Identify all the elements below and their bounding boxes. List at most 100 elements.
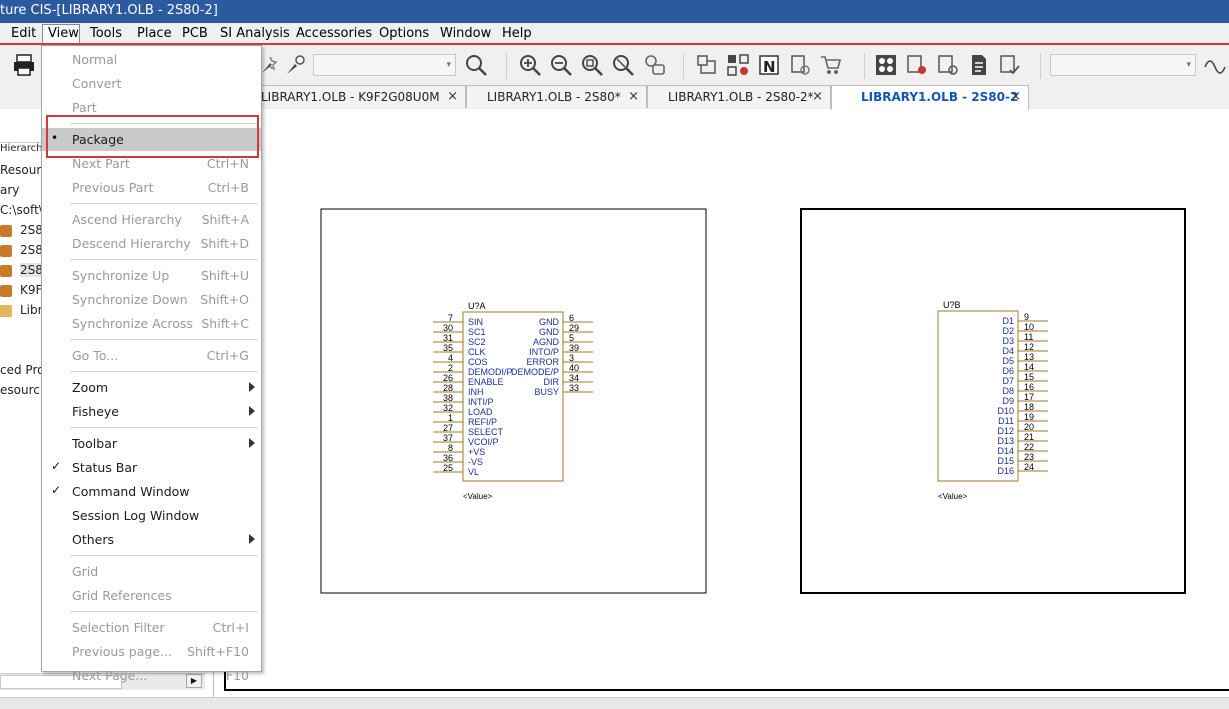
pin-number: 30	[443, 323, 453, 333]
pin-name: D15	[997, 456, 1014, 466]
pin-name: D13	[997, 436, 1014, 446]
menu-item-label: Synchronize Up	[72, 268, 170, 283]
pin-name: D12	[997, 426, 1014, 436]
submenu-arrow-icon	[249, 382, 255, 392]
menu-item-convert[interactable]: Convert	[42, 72, 261, 95]
menu-item-label: Descend Hierarchy	[72, 236, 191, 251]
menu-item-grid-references[interactable]: Grid References	[42, 584, 261, 607]
menu-item-command-window[interactable]: ✓ Command Window	[42, 480, 261, 503]
menu-item-status-bar[interactable]: ✓ Status Bar	[42, 456, 261, 479]
pin-number: 37	[443, 433, 453, 443]
pin-name: D5	[1002, 356, 1014, 366]
pin-name: D14	[997, 446, 1014, 456]
pin-number: 32	[443, 403, 453, 413]
pin-name: DIR	[544, 377, 560, 387]
pin-number: 28	[443, 383, 453, 393]
pin-number: 22	[1024, 442, 1034, 452]
menu-separator	[70, 427, 258, 428]
pin-name: REFI/P	[468, 417, 497, 427]
menu-item-shortcut: F10	[225, 668, 249, 683]
pin-name: SIN	[468, 317, 483, 327]
menu-item-grid[interactable]: Grid	[42, 560, 261, 583]
pin-name: D10	[997, 406, 1014, 416]
part-value: <Value>	[463, 492, 493, 501]
submenu-arrow-icon	[249, 438, 255, 448]
package-highlight-box	[46, 115, 259, 158]
menu-item-synchronize-up[interactable]: Synchronize Up Shift+U	[42, 264, 261, 287]
part-a-symbol[interactable]: U?A<Value>7 SIN30 SC131 SC235 CLK4 COS2 DEMODI…	[433, 301, 593, 501]
menu-item-label: Part	[72, 100, 97, 115]
menu-item-label: Next Part	[72, 156, 130, 171]
pin-number: 12	[1024, 342, 1034, 352]
menu-item-label: Selection Filter	[72, 620, 165, 635]
pin-name: D6	[1002, 366, 1014, 376]
pin-name: COS	[468, 357, 488, 367]
menu-item-label: Ascend Hierarchy	[72, 212, 182, 227]
menu-item-label: Next Page...	[72, 668, 148, 683]
menu-separator	[70, 203, 258, 204]
menu-item-synchronize-across[interactable]: Synchronize Across Shift+C	[42, 312, 261, 335]
menu-item-label: Others	[72, 532, 115, 547]
menu-item-session-log-window[interactable]: Session Log Window	[42, 504, 261, 527]
pin-number: 27	[443, 423, 453, 433]
pin-name: ERROR	[526, 357, 559, 367]
menu-item-previous-page[interactable]: Previous page... Shift+F10	[42, 640, 261, 663]
pin-name: GND	[539, 317, 560, 327]
pin-number: 2	[448, 363, 453, 373]
menu-item-shortcut: Ctrl+N	[206, 156, 249, 171]
menu-item-ascend-hierarchy[interactable]: Ascend Hierarchy Shift+A	[42, 208, 261, 231]
part-b-symbol[interactable]: U?B <Value> 9 D1 10 D2 11 D3 12 D4 13 D5 14 D6 15 D7 16 D…	[937, 300, 1048, 501]
menu-item-synchronize-down[interactable]: Synchronize Down Shift+O	[42, 288, 261, 311]
pin-name: D3	[1002, 336, 1014, 346]
menu-item-next-page[interactable]: Next Page... F10	[42, 664, 261, 687]
pin-name: SELECT	[468, 427, 504, 437]
menu-item-zoom[interactable]: Zoom	[42, 376, 261, 399]
part-value: <Value>	[938, 492, 968, 501]
pin-number: 40	[569, 363, 579, 373]
menu-item-label: Session Log Window	[72, 508, 200, 523]
menu-item-fisheye[interactable]: Fisheye	[42, 400, 261, 423]
pin-name: SC2	[468, 337, 486, 347]
submenu-arrow-icon	[249, 406, 255, 416]
pin-name: D11	[998, 416, 1014, 426]
part-reference: U?B	[943, 300, 961, 310]
pin-name: AGND	[533, 337, 560, 347]
pin-name: INH	[468, 387, 484, 397]
pin-number: 38	[443, 393, 453, 403]
menu-item-previous-part[interactable]: Previous Part Ctrl+B	[42, 176, 261, 199]
pin-number: 10	[1024, 322, 1034, 332]
pin-number: 7	[448, 313, 453, 323]
pin-number: 17	[1024, 392, 1034, 402]
pin-name: BUSY	[534, 387, 559, 397]
pin-number: 1	[448, 413, 453, 423]
menu-item-normal[interactable]: Normal	[42, 48, 261, 71]
pin-number: 13	[1024, 352, 1034, 362]
menu-item-shortcut: Ctrl+G	[206, 348, 249, 363]
menu-item-selection-filter[interactable]: Selection Filter Ctrl+I	[42, 616, 261, 639]
pin-number: 15	[1024, 372, 1034, 382]
pin-number: 25	[443, 463, 453, 473]
submenu-arrow-icon	[249, 534, 255, 544]
menu-item-go-to[interactable]: Go To... Ctrl+G	[42, 344, 261, 367]
pin-name: D2	[1002, 326, 1014, 336]
pin-number: 16	[1024, 382, 1034, 392]
menu-item-label: Grid References	[72, 588, 172, 603]
pin-name: INTI/P	[468, 397, 494, 407]
menu-item-label: Normal	[72, 52, 118, 67]
menu-item-toolbar[interactable]: Toolbar	[42, 432, 261, 455]
pin-number: 8	[448, 443, 453, 453]
pin-name: D4	[1002, 346, 1014, 356]
menu-separator	[70, 611, 258, 612]
pin-number: 39	[569, 343, 579, 353]
menu-item-shortcut: Shift+U	[200, 268, 249, 283]
menu-item-label: Go To...	[72, 348, 119, 363]
menu-item-shortcut: Shift+A	[201, 212, 249, 227]
part-a-boundary	[320, 208, 707, 594]
checkmark-icon: ✓	[51, 483, 62, 497]
menu-item-descend-hierarchy[interactable]: Descend Hierarchy Shift+D	[42, 232, 261, 255]
menu-item-label: Synchronize Across	[72, 316, 193, 331]
menu-item-others[interactable]: Others	[42, 528, 261, 551]
pin-name: D9	[1002, 396, 1014, 406]
pin-number: 21	[1024, 432, 1034, 442]
pin-number: 3	[569, 353, 574, 363]
